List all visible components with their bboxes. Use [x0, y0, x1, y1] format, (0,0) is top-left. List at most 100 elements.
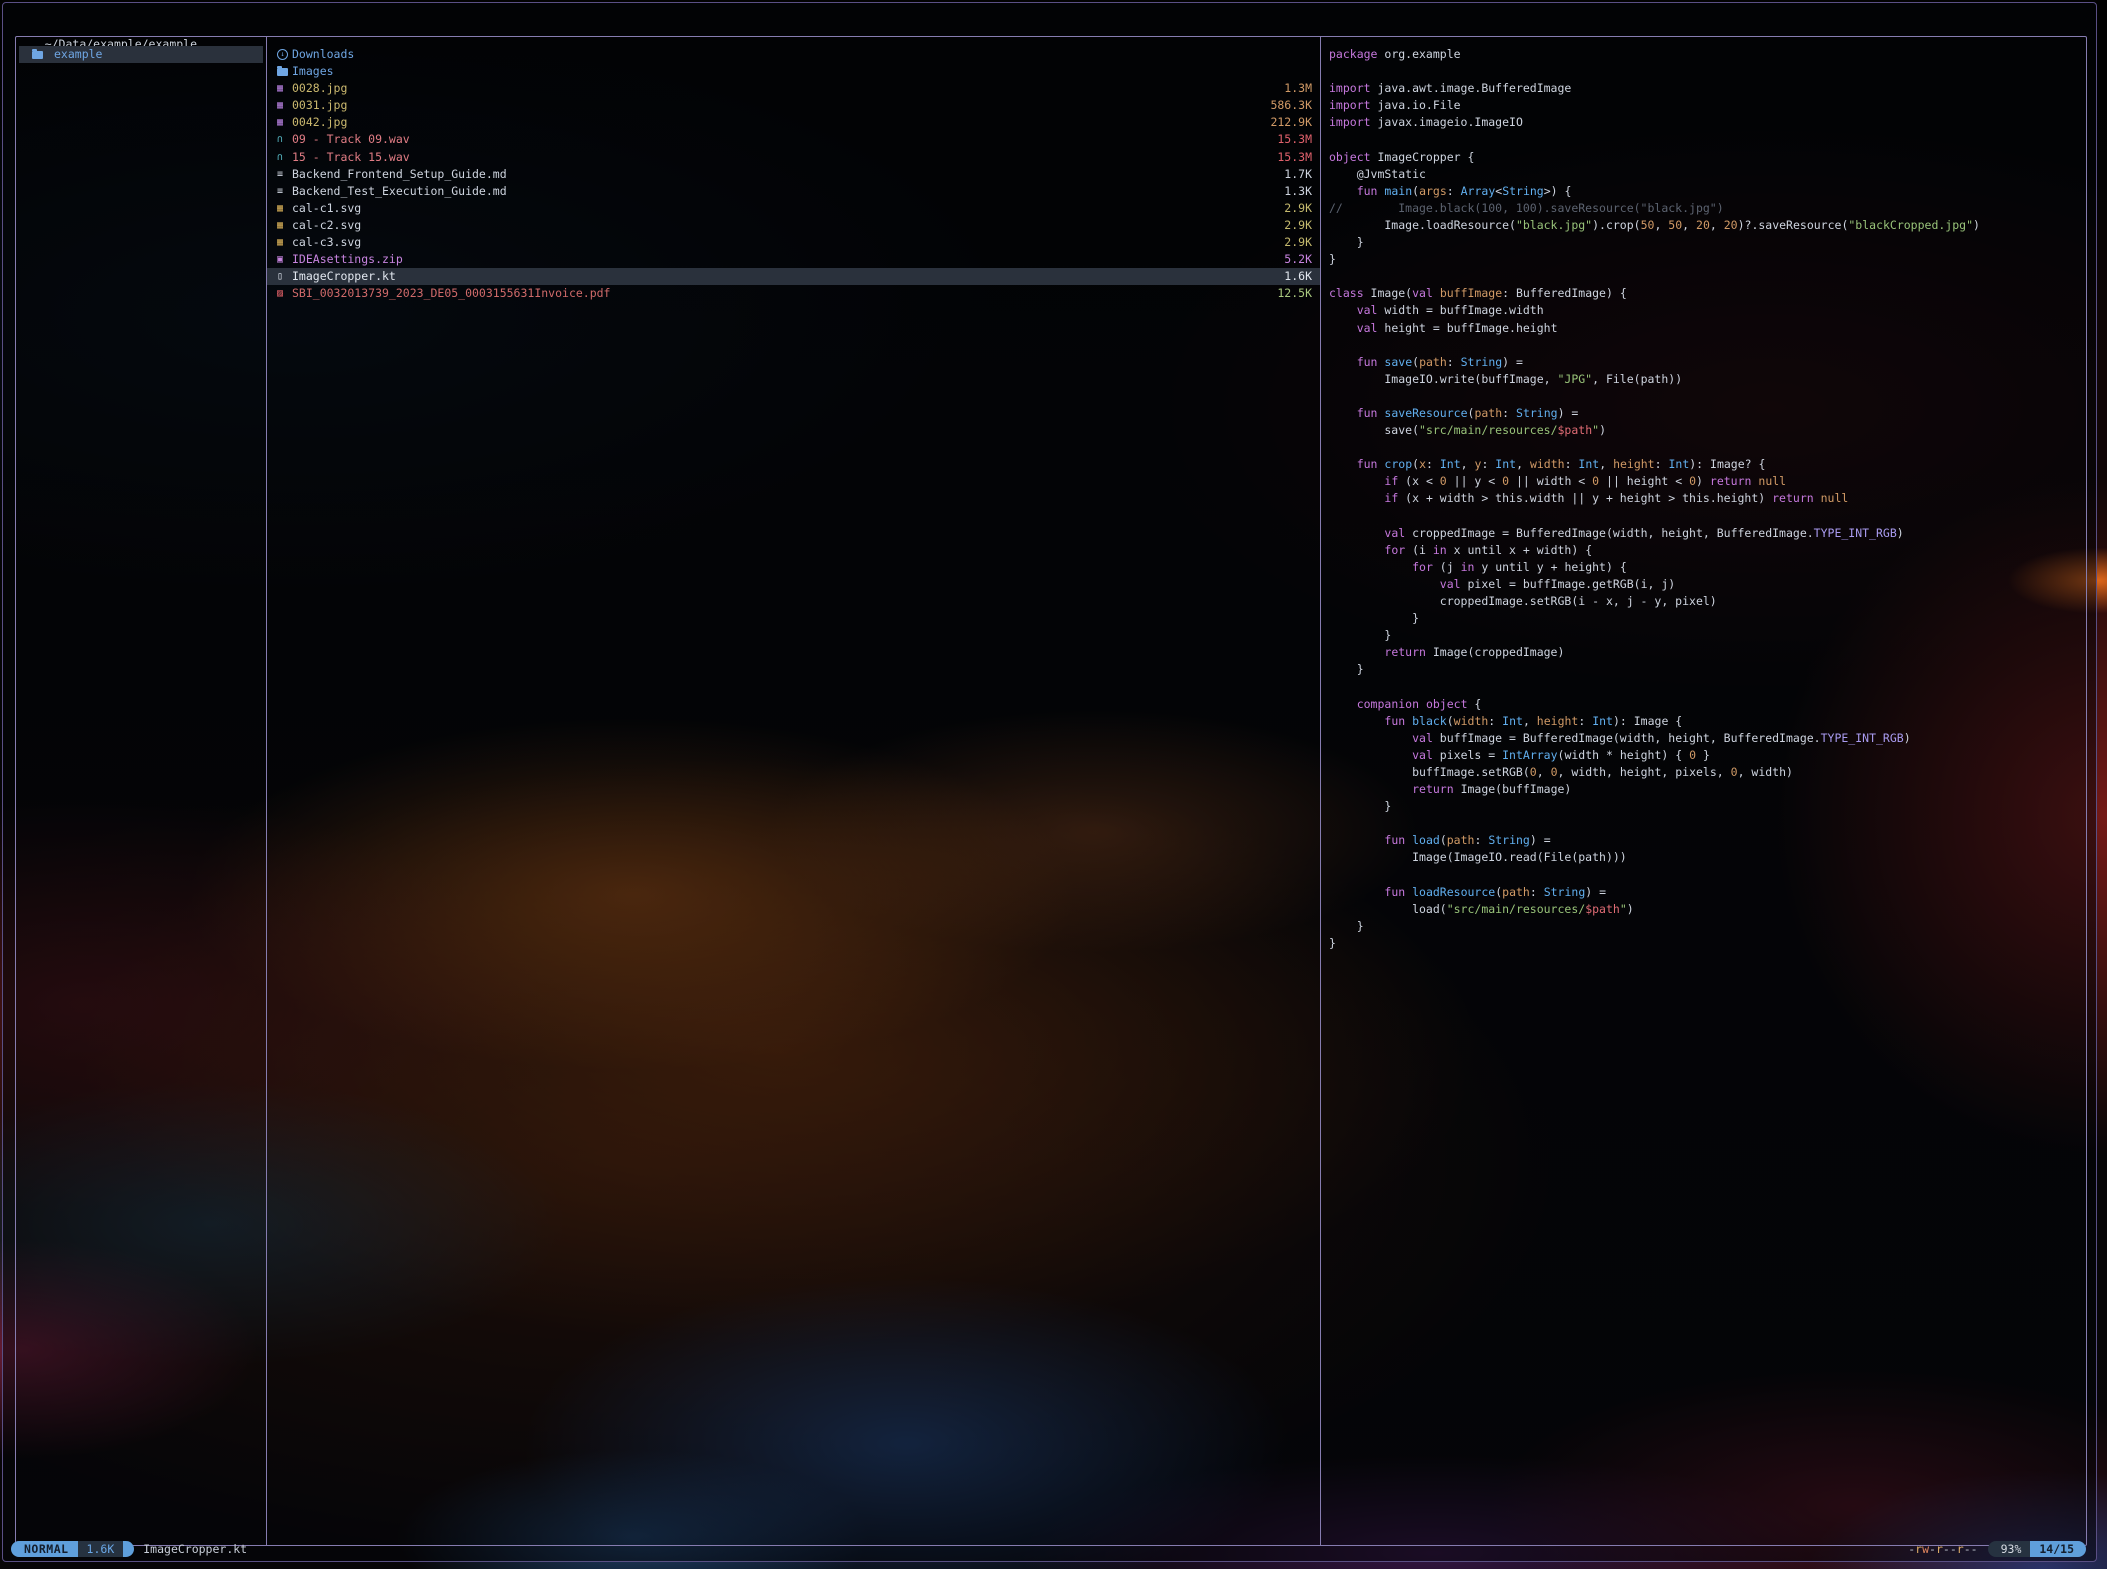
code-line: return Image(croppedImage)	[1329, 644, 2086, 661]
file-name: 0042.jpg	[292, 114, 1262, 131]
file-row[interactable]: ▦0042.jpg212.9K	[267, 114, 1320, 131]
file-name: cal-c2.svg	[292, 217, 1276, 234]
code-line: for (j in y until y + height) {	[1329, 559, 2086, 576]
file-row[interactable]: Images	[267, 63, 1320, 80]
code-line: Image(ImageIO.read(File(path)))	[1329, 849, 2086, 866]
file-row[interactable]: ▨SBI_0032013739_2023_DE05_0003155631Invo…	[267, 285, 1320, 302]
code-line: croppedImage.setRGB(i - x, j - y, pixel)	[1329, 593, 2086, 610]
file-row[interactable]: ▣IDEAsettings.zip5.2K	[267, 251, 1320, 268]
code-line: }	[1329, 798, 2086, 815]
file-size: 1.3K	[1284, 183, 1312, 200]
audio-icon: ∩	[277, 131, 292, 148]
file-row[interactable]: ≡Backend_Frontend_Setup_Guide.md1.7K	[267, 166, 1320, 183]
file-row[interactable]: ∩09 - Track 09.wav15.3M	[267, 131, 1320, 148]
code-line: fun crop(x: Int, y: Int, width: Int, hei…	[1329, 456, 2086, 473]
code-line: }	[1329, 661, 2086, 678]
code-line: save("src/main/resources/$path")	[1329, 422, 2086, 439]
file-row[interactable]: ↓Downloads	[267, 46, 1320, 63]
code-line: return Image(buffImage)	[1329, 781, 2086, 798]
mode-badge: NORMAL	[11, 1541, 78, 1557]
file-row[interactable]: ▦0028.jpg 1.3M	[267, 80, 1320, 97]
file-row[interactable]: ▦cal-c1.svg2.9K	[267, 200, 1320, 217]
pdf-icon: ▨	[277, 285, 292, 302]
code-line: val croppedImage = BufferedImage(width, …	[1329, 525, 2086, 542]
status-right: -rw-r--r-- 93% 14/15	[1908, 1541, 2086, 1557]
parent-dir-item[interactable]: example	[19, 46, 263, 63]
code-line: }	[1329, 251, 2086, 268]
file-name: 0031.jpg	[292, 97, 1262, 114]
code-line: fun main(args: Array<String>) {	[1329, 183, 2086, 200]
permissions: -rw-r--r--	[1908, 1542, 1977, 1556]
code-line: if (x + width > this.width || y + height…	[1329, 490, 2086, 507]
code-line	[1329, 678, 2086, 695]
image-icon: ▦	[277, 234, 292, 251]
file-name: 15 - Track 15.wav	[292, 149, 1269, 166]
code-line	[1329, 508, 2086, 525]
code-line: companion object {	[1329, 696, 2086, 713]
file-size: 2.9K	[1284, 200, 1312, 217]
code-line: // Image.black(100, 100).saveResource("b…	[1329, 200, 2086, 217]
file-name: SBI_0032013739_2023_DE05_0003155631Invoi…	[292, 285, 1269, 302]
code-line: if (x < 0 || y < 0 || width < 0 || heigh…	[1329, 473, 2086, 490]
file-size: 1.7K	[1284, 166, 1312, 183]
file-size: 586.3K	[1270, 97, 1312, 114]
file-size: 15.3M	[1277, 149, 1312, 166]
markdown-icon: ≡	[277, 183, 292, 200]
hovered-filename: ImageCropper.kt	[143, 1542, 247, 1556]
code-line: val width = buffImage.width	[1329, 302, 2086, 319]
code-line	[1329, 131, 2086, 148]
code-line: }	[1329, 610, 2086, 627]
code-line: }	[1329, 918, 2086, 935]
terminal-window: ~/Data/example/example example ↓Download…	[2, 2, 2097, 1562]
code-line	[1329, 337, 2086, 354]
code-line: fun save(path: String) =	[1329, 354, 2086, 371]
image-icon: ▦	[277, 114, 292, 131]
file-name: Images	[292, 63, 1304, 80]
path-title-bar: ~/Data/example/example	[17, 8, 197, 32]
code-line	[1329, 867, 2086, 884]
file-name: cal-c3.svg	[292, 234, 1276, 251]
status-bar: NORMAL 1.6K ImageCropper.kt -rw-r--r-- 9…	[11, 1540, 2086, 1558]
code-line: val buffImage = BufferedImage(width, hei…	[1329, 730, 2086, 747]
file-name: Backend_Test_Execution_Guide.md	[292, 183, 1276, 200]
folder-icon	[32, 50, 47, 59]
mode-pill: NORMAL 1.6K	[11, 1541, 134, 1557]
file-name: 09 - Track 09.wav	[292, 131, 1269, 148]
code-line: val pixel = buffImage.getRGB(i, j)	[1329, 576, 2086, 593]
code-line	[1329, 388, 2086, 405]
file-row[interactable]: ▦cal-c3.svg 2.9K	[267, 234, 1320, 251]
code-line: object ImageCropper {	[1329, 149, 2086, 166]
file-row[interactable]: ∩15 - Track 15.wav15.3M	[267, 149, 1320, 166]
file-name: 0028.jpg	[292, 80, 1276, 97]
image-icon: ▦	[277, 80, 292, 97]
file-row[interactable]: ≡Backend_Test_Execution_Guide.md 1.3K	[267, 183, 1320, 200]
file-row[interactable]: ▦cal-c2.svg2.9K	[267, 217, 1320, 234]
file-row[interactable]: ▦0031.jpg586.3K	[267, 97, 1320, 114]
code-line: for (i in x until x + width) {	[1329, 542, 2086, 559]
file-position: 14/15	[2030, 1541, 2086, 1557]
file-size: 1.6K	[1284, 268, 1312, 285]
code-line: }	[1329, 935, 2086, 952]
file-size-badge: 1.6K	[78, 1541, 124, 1557]
code-line: fun loadResource(path: String) =	[1329, 884, 2086, 901]
file-size: 1.3M	[1284, 80, 1312, 97]
code-line: val pixels = IntArray(width * height) { …	[1329, 747, 2086, 764]
code-line: Image.loadResource("black.jpg").crop(50,…	[1329, 217, 2086, 234]
file-size: 2.9K	[1284, 234, 1312, 251]
file-row[interactable]: ▯ImageCropper.kt1.6K	[267, 268, 1320, 285]
code-line: buffImage.setRGB(0, 0, width, height, pi…	[1329, 764, 2086, 781]
file-name: IDEAsettings.zip	[292, 251, 1276, 268]
file-name: Downloads	[292, 46, 1304, 63]
code-line: fun black(width: Int, height: Int): Imag…	[1329, 713, 2086, 730]
code-line: fun load(path: String) =	[1329, 832, 2086, 849]
code-line: }	[1329, 627, 2086, 644]
code-line	[1329, 63, 2086, 80]
code-line	[1329, 268, 2086, 285]
archive-icon: ▣	[277, 251, 292, 268]
file-name: ImageCropper.kt	[292, 268, 1276, 285]
download-icon: ↓	[277, 49, 292, 60]
code-line: }	[1329, 234, 2086, 251]
file-name: cal-c1.svg	[292, 200, 1276, 217]
code-line: import javax.imageio.ImageIO	[1329, 114, 2086, 131]
code-line	[1329, 439, 2086, 456]
